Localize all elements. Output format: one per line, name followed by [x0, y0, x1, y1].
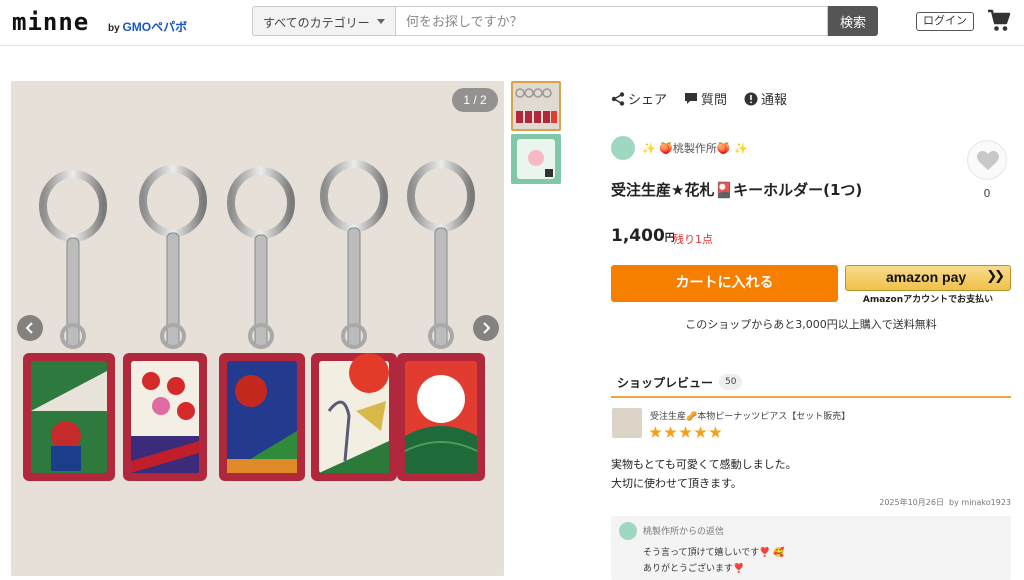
- review-count-badge: 50: [719, 374, 743, 390]
- shop-reply: 桃製作所からの返信 そう言って頂けて嬉しいです❣️ 🥰 ありがとうございます❣️: [611, 516, 1011, 580]
- star-icon: [649, 426, 662, 438]
- price-value: 1,400: [611, 226, 665, 246]
- site-header: minne by GMOペパボ すべてのカテゴリー 検索 ログイン: [0, 0, 1024, 46]
- amazon-pay-button[interactable]: amazon pay ❯❯: [845, 265, 1011, 291]
- review-date: 2025年10月26日: [879, 498, 944, 507]
- add-to-cart-button[interactable]: カートに入れる: [611, 265, 838, 302]
- thumbnail-2[interactable]: [511, 134, 561, 184]
- stock-status: 残り1点: [673, 233, 713, 246]
- reply-text-line-2: ありがとうございます❣️: [643, 564, 745, 574]
- reviewed-item-thumbnail[interactable]: [612, 408, 642, 438]
- chevron-down-icon: [377, 19, 385, 24]
- report-button[interactable]: 通報: [744, 89, 787, 108]
- chevron-right-icon: [483, 322, 491, 334]
- search-input[interactable]: [395, 6, 828, 36]
- image-counter: 1 / 2: [452, 88, 498, 112]
- star-icon: [664, 426, 677, 438]
- login-button[interactable]: ログイン: [916, 12, 974, 31]
- thumbnail-1-image: [513, 83, 559, 129]
- review-meta: 2025年10月26日 by minako1923: [611, 497, 1011, 508]
- logo-by-text: by: [108, 23, 120, 34]
- question-label: 質問: [701, 92, 728, 107]
- review-body: 実物もとても可愛くて感動しました。 大切に使わせて頂きます。: [611, 455, 797, 493]
- share-button[interactable]: シェア: [611, 89, 667, 108]
- chevron-left-icon: [25, 322, 33, 334]
- prev-image-button[interactable]: [17, 315, 43, 341]
- thumbnail-1[interactable]: [511, 81, 561, 131]
- amazon-pay-caption: Amazonアカウントでお支払い: [862, 295, 994, 305]
- logo-byline: by GMOペパボ: [108, 18, 187, 35]
- logo-brand: GMOペパボ: [122, 20, 188, 34]
- double-chevron-right-icon: ❯❯: [986, 269, 1005, 284]
- report-label: 通報: [761, 92, 788, 107]
- heart-icon: [977, 151, 999, 170]
- category-select[interactable]: すべてのカテゴリー: [252, 6, 395, 36]
- reply-avatar: [619, 522, 637, 540]
- question-button[interactable]: 質問: [684, 89, 727, 108]
- category-select-value: すべてのカテゴリー: [263, 16, 370, 30]
- reviewed-item-title[interactable]: 受注生産🥜本物ピーナッツピアス【セット販売】: [650, 409, 850, 422]
- review-author: by minako1923: [949, 498, 1011, 507]
- cart-icon[interactable]: [987, 9, 1011, 33]
- free-shipping-note: このショップからあと3,000円以上購入で送料無料: [685, 318, 937, 331]
- star-icon: [679, 426, 692, 438]
- reply-from-label: 桃製作所からの返信: [643, 527, 725, 537]
- share-label: シェア: [628, 92, 668, 107]
- site-logo[interactable]: minne: [12, 8, 89, 36]
- shop-review-tab[interactable]: ショップレビュー 50: [611, 368, 743, 396]
- review-text-line-1: 実物もとても可愛くて感動しました。: [611, 458, 797, 471]
- review-tab-underline: [611, 396, 1011, 398]
- review-text-line-2: 大切に使わせて頂きます。: [611, 477, 742, 490]
- keychain-photo: [11, 81, 504, 576]
- product-main-image[interactable]: [11, 81, 504, 576]
- favorite-button[interactable]: [967, 140, 1007, 180]
- favorite-count: 0: [983, 187, 991, 200]
- product-title: 受注生産★花札🎴キーホルダー(1つ): [611, 181, 863, 199]
- next-image-button[interactable]: [473, 315, 499, 341]
- amazon-pay-label: amazon pay: [886, 269, 967, 285]
- star-rating: [649, 426, 722, 439]
- share-icon: [611, 91, 625, 106]
- reply-text-line-1: そう言って頂けて嬉しいです❣️ 🥰: [643, 548, 785, 558]
- shop-avatar[interactable]: [611, 136, 635, 160]
- thumbnail-2-image: [511, 134, 561, 184]
- star-icon: [709, 426, 722, 438]
- product-price: 1,400円: [611, 226, 675, 246]
- search-button[interactable]: 検索: [828, 6, 878, 36]
- shop-review-tab-label: ショップレビュー: [617, 375, 714, 390]
- alert-icon: [744, 92, 758, 105]
- star-icon: [694, 426, 707, 438]
- chat-icon: [685, 93, 697, 104]
- shop-name[interactable]: ✨ 🍑桃製作所🍑 ✨: [642, 140, 748, 156]
